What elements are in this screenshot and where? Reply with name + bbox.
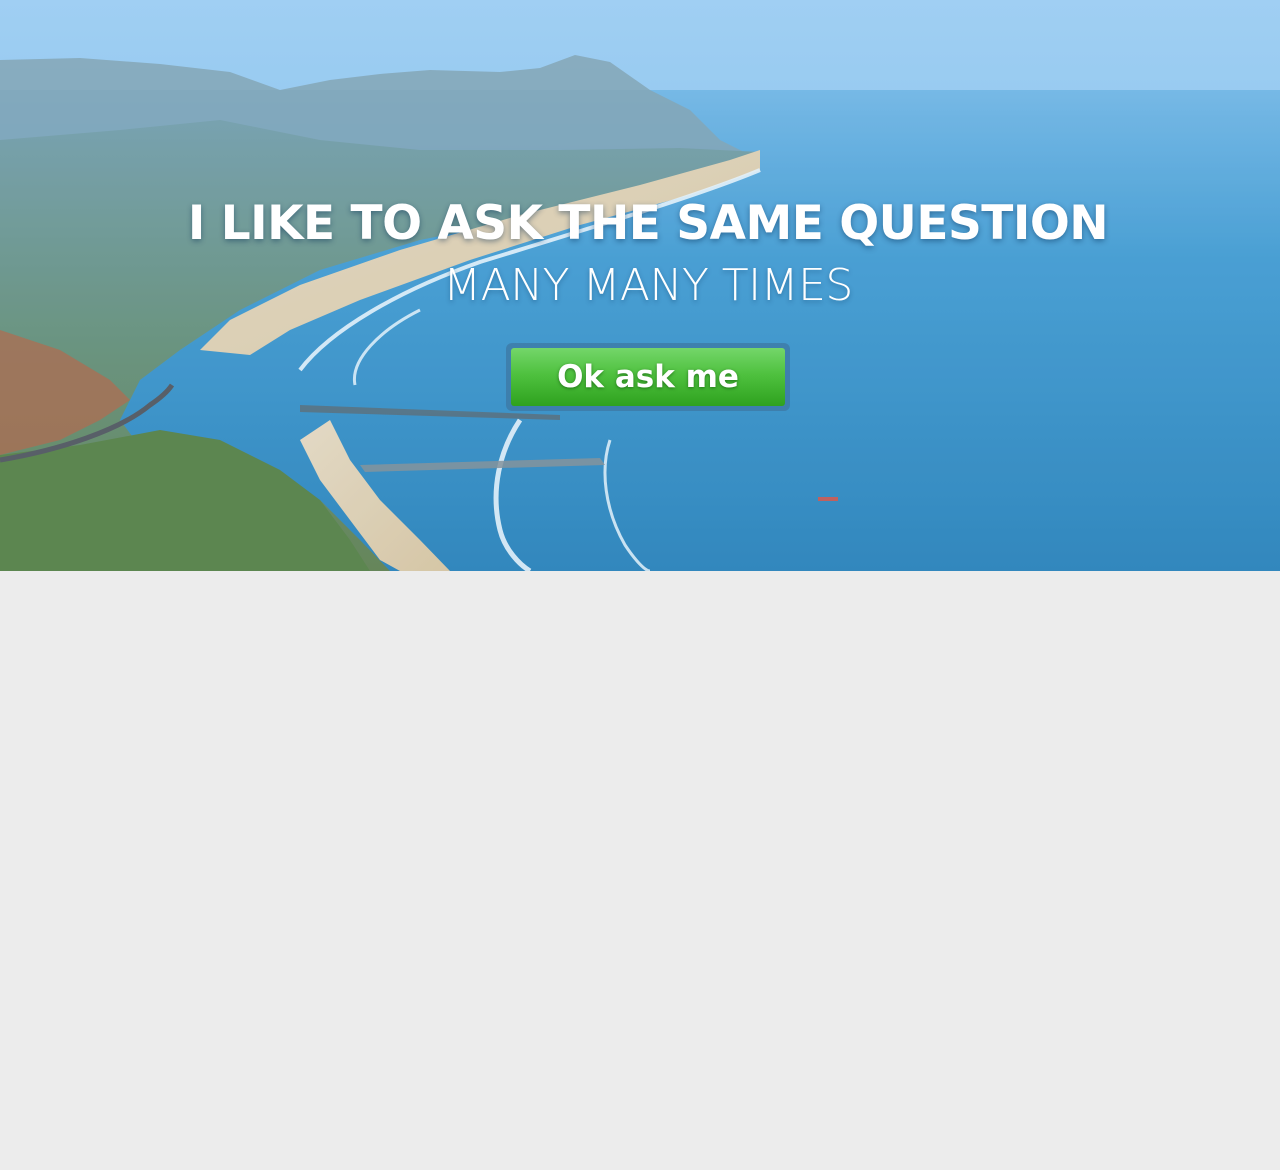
cta-button-frame: Ok ask me xyxy=(506,343,790,411)
hero-banner: I LIKE TO ASK THE SAME QUESTION MANY MAN… xyxy=(0,0,1280,571)
empty-content-area xyxy=(0,571,1280,1170)
hero-headline: I LIKE TO ASK THE SAME QUESTION xyxy=(187,196,1109,251)
hero-subheadline: MANY MANY TIMES xyxy=(443,260,853,311)
ok-ask-me-button[interactable]: Ok ask me xyxy=(511,348,785,406)
